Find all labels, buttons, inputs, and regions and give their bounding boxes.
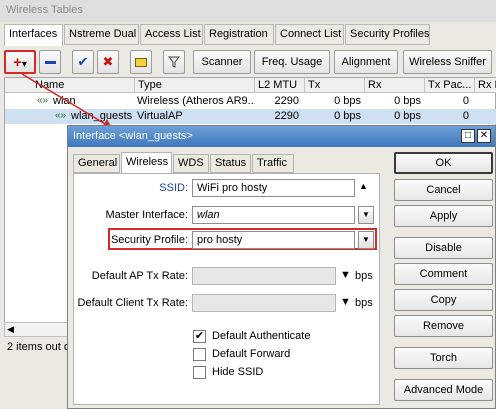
column-header-name[interactable]: Name (5, 78, 135, 93)
default-client-tx-rate-unit: bps (355, 297, 373, 309)
dropdown-arrow-icon: ▼ (362, 210, 370, 219)
remove-button[interactable]: Remove (394, 315, 493, 337)
filter-icon (167, 56, 181, 68)
row-name: wlan (53, 95, 76, 107)
security-profile-field[interactable]: pro hosty (192, 231, 355, 249)
tab-nstreme-dual[interactable]: Nstreme Dual (64, 24, 139, 45)
collapse-up-icon[interactable]: ▲ (359, 181, 368, 191)
check-icon: ✔ (77, 54, 89, 69)
x-icon: ✖ (102, 54, 114, 69)
security-profile-dropdown[interactable]: ▼ (358, 231, 374, 249)
toolbar: +▾ ✔ ✖ Scanner Freq. Usage Alignment Wir… (0, 47, 496, 77)
scanner-button[interactable]: Scanner (193, 50, 251, 74)
default-client-tx-rate-field[interactable] (192, 294, 336, 312)
default-client-tx-rate-label: Default Client Tx Rate: (77, 297, 188, 309)
advanced-mode-button[interactable]: Advanced Mode (394, 379, 493, 401)
disable-button[interactable]: ✖ (97, 50, 119, 74)
column-header-tx-packets[interactable]: Tx Pac... (425, 78, 475, 93)
ssid-label: SSID: (159, 182, 188, 194)
row-rx: 0 bps (394, 95, 421, 107)
row-rx: 0 bps (394, 110, 421, 122)
comment-button[interactable] (130, 50, 152, 74)
tab-connect-list[interactable]: Connect List (275, 24, 344, 45)
master-interface-dropdown[interactable]: ▼ (358, 206, 374, 224)
default-authenticate-label: Default Authenticate (212, 330, 311, 342)
dropdown-arrow-icon: ▼ (362, 235, 370, 244)
window-title: Wireless Tables (0, 0, 496, 22)
default-authenticate-checkbox[interactable]: ✔ (193, 330, 206, 343)
freq-usage-button[interactable]: Freq. Usage (254, 50, 330, 74)
tab-status[interactable]: Status (210, 154, 251, 173)
check-icon: ✔ (194, 330, 205, 342)
main-tab-bar: Interfaces Nstreme Dual Access List Regi… (0, 24, 496, 46)
plus-icon: + (13, 54, 22, 71)
tab-access-list[interactable]: Access List (140, 24, 203, 45)
apply-button[interactable]: Apply (394, 205, 493, 227)
note-icon (135, 57, 147, 67)
table-row-selected[interactable]: «» wlan_guests VirtualAP 2290 0 bps 0 bp… (5, 109, 496, 124)
default-ap-tx-rate-unit: bps (355, 270, 373, 282)
tab-wireless[interactable]: Wireless (121, 152, 172, 174)
cancel-button[interactable]: Cancel (394, 179, 493, 201)
filter-button[interactable] (163, 50, 185, 74)
default-ap-tx-rate-field[interactable] (192, 267, 336, 285)
hide-ssid-label: Hide SSID (212, 366, 264, 378)
table-header: Name Type L2 MTU Tx Rx Tx Pac... Rx P (5, 78, 496, 93)
interface-dialog: Interface <wlan_guests> □ ✕ General Wire… (67, 125, 496, 409)
tab-registration[interactable]: Registration (204, 24, 274, 45)
add-button[interactable]: +▾ (4, 50, 36, 74)
scroll-left-icon[interactable]: ◀ (7, 324, 14, 335)
close-icon: ✕ (479, 130, 489, 141)
wireless-tab-panel: SSID: WiFi pro hosty ▲ Master Interface:… (73, 173, 380, 405)
tab-interfaces[interactable]: Interfaces (4, 24, 63, 46)
security-profile-label: Security Profile: (110, 234, 188, 246)
tab-security-profiles[interactable]: Security Profiles (345, 24, 430, 45)
row-type: Wireless (Atheros AR9... (137, 95, 255, 107)
row-l2mtu: 2290 (274, 95, 299, 107)
alignment-button[interactable]: Alignment (334, 50, 398, 74)
maximize-button[interactable]: □ (461, 129, 475, 143)
comment-button[interactable]: Comment (394, 263, 493, 285)
wireless-sniffer-button[interactable]: Wireless Sniffer (403, 50, 492, 74)
row-l2mtu: 2290 (274, 110, 299, 122)
remove-button[interactable] (39, 50, 61, 74)
default-ap-tx-rate-label: Default AP Tx Rate: (91, 270, 188, 282)
hide-ssid-checkbox[interactable] (193, 366, 206, 379)
table-row[interactable]: «» wlan Wireless (Atheros AR9... 2290 0 … (5, 94, 496, 109)
copy-button[interactable]: Copy (394, 289, 493, 311)
chevron-down-icon: ▾ (21, 59, 27, 70)
enable-button[interactable]: ✔ (72, 50, 94, 74)
row-tx-packets: 0 (462, 110, 469, 122)
column-header-rx[interactable]: Rx (365, 78, 425, 93)
close-button[interactable]: ✕ (477, 129, 491, 143)
default-forward-label: Default Forward (212, 348, 291, 360)
default-forward-checkbox[interactable] (193, 348, 206, 361)
wireless-interface-icon: «» (37, 95, 49, 106)
disable-button[interactable]: Disable (394, 237, 493, 259)
column-header-rx-packets[interactable]: Rx P (475, 78, 496, 93)
column-header-l2mtu[interactable]: L2 MTU (255, 78, 305, 93)
tab-traffic[interactable]: Traffic (252, 154, 294, 173)
dialog-title: Interface <wlan_guests> (68, 126, 495, 147)
column-header-tx[interactable]: Tx (305, 78, 365, 93)
master-interface-label: Master Interface: (105, 209, 188, 221)
maximize-icon: □ (464, 130, 472, 141)
row-tx: 0 bps (334, 95, 361, 107)
tab-general[interactable]: General (73, 154, 120, 173)
ssid-field[interactable]: WiFi pro hosty (192, 179, 355, 197)
row-tx: 0 bps (334, 110, 361, 122)
virtual-ap-icon: «» (55, 110, 67, 121)
tab-wds[interactable]: WDS (173, 154, 209, 173)
column-header-type[interactable]: Type (135, 78, 255, 93)
master-interface-field[interactable]: wlan (192, 206, 355, 224)
row-type: VirtualAP (137, 110, 183, 122)
row-name: wlan_guests (71, 110, 133, 122)
row-tx-packets: 0 (462, 95, 469, 107)
dropdown-arrow-icon[interactable]: ▼ (340, 296, 351, 308)
dropdown-arrow-icon[interactable]: ▼ (340, 269, 351, 281)
minus-icon (44, 60, 56, 64)
torch-button[interactable]: Torch (394, 347, 493, 369)
ok-button[interactable]: OK (394, 152, 493, 174)
